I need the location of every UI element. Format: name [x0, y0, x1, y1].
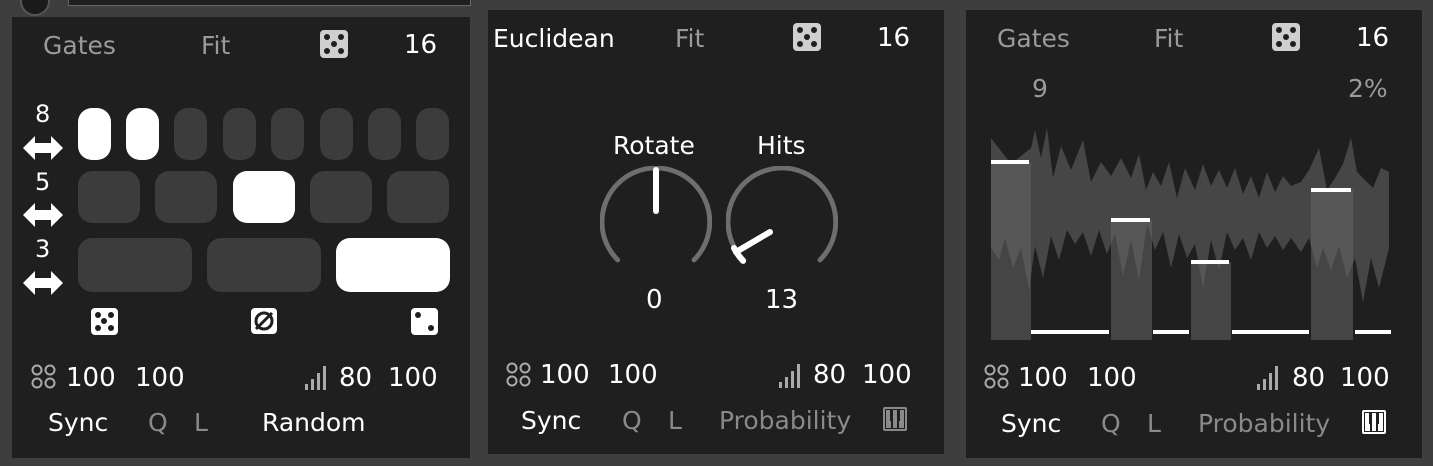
- gate-step[interactable]: [78, 238, 192, 292]
- level-value[interactable]: 100: [388, 365, 438, 391]
- mode-label[interactable]: Gates: [43, 33, 116, 58]
- rotate-label: Rotate: [613, 131, 695, 160]
- steps-value[interactable]: 16: [404, 32, 437, 58]
- hits-knob[interactable]: [726, 166, 838, 278]
- euclidean-panel: Euclidean Fit 16 Rotate Hits 0 13 100 10…: [488, 10, 944, 454]
- top-knob[interactable]: [20, 0, 50, 16]
- sync-button[interactable]: Sync: [521, 408, 581, 433]
- rotate-value[interactable]: 0: [646, 287, 663, 313]
- piano-icon[interactable]: [1362, 410, 1386, 434]
- gates-panel-probability: Gates Fit 16 9 2% 100 100 80 100 Sync Q …: [966, 10, 1422, 458]
- gate-step[interactable]: [310, 171, 372, 223]
- gate-step[interactable]: [233, 171, 295, 223]
- gate-step[interactable]: [174, 108, 207, 160]
- stretch-arrow-icon[interactable]: [23, 203, 63, 227]
- l-button[interactable]: L: [668, 408, 682, 433]
- step-bar[interactable]: [1191, 262, 1231, 340]
- dice-two-icon[interactable]: [411, 308, 438, 335]
- level-value[interactable]: 100: [1340, 365, 1390, 391]
- mode-label[interactable]: Euclidean: [493, 26, 615, 51]
- l-button[interactable]: L: [194, 410, 208, 435]
- dice-icon[interactable]: [793, 23, 821, 51]
- steps-value[interactable]: 16: [1356, 25, 1389, 51]
- velocity-dots-icon: [984, 364, 1009, 389]
- invert-icon[interactable]: [251, 308, 277, 334]
- velocity-dots-icon: [506, 362, 531, 387]
- left-value[interactable]: 9: [1032, 76, 1048, 101]
- fit-button[interactable]: Fit: [1154, 26, 1183, 51]
- velocity-value[interactable]: 100: [66, 365, 116, 391]
- hits-value[interactable]: 13: [765, 287, 798, 313]
- rotate-knob[interactable]: [600, 166, 712, 278]
- stretch-arrow-icon[interactable]: [23, 136, 63, 160]
- source-selector[interactable]: Probability: [1198, 411, 1330, 436]
- velocity-dots-icon: [31, 364, 56, 389]
- gate-length-value[interactable]: 100: [1087, 365, 1137, 391]
- stretch-arrow-icon[interactable]: [23, 271, 63, 295]
- probability-value[interactable]: 80: [339, 365, 372, 391]
- source-selector[interactable]: Random: [262, 410, 366, 435]
- probability-value[interactable]: 80: [813, 362, 846, 388]
- gate-step[interactable]: [126, 108, 159, 160]
- q-button[interactable]: Q: [148, 410, 168, 435]
- sync-button[interactable]: Sync: [48, 410, 108, 435]
- level-bars-icon: [779, 364, 800, 388]
- right-value[interactable]: 2%: [1348, 76, 1388, 101]
- gate-step[interactable]: [416, 108, 449, 160]
- row-count-8[interactable]: 8: [35, 102, 50, 126]
- q-button[interactable]: Q: [622, 408, 642, 433]
- gate-step[interactable]: [207, 238, 321, 292]
- gate-length-value[interactable]: 100: [608, 362, 658, 388]
- level-bars-icon: [1257, 366, 1278, 390]
- gate-step[interactable]: [223, 108, 256, 160]
- piano-icon[interactable]: [883, 407, 907, 431]
- gates-panel-random: Gates Fit 16 8 5 3 100 100 80 100 Sync Q…: [12, 17, 470, 458]
- gate-step[interactable]: [78, 171, 140, 223]
- gate-step[interactable]: [368, 108, 401, 160]
- gate-step[interactable]: [320, 108, 353, 160]
- level-value[interactable]: 100: [862, 362, 912, 388]
- fit-button[interactable]: Fit: [201, 33, 230, 58]
- gate-step[interactable]: [336, 238, 450, 292]
- l-button[interactable]: L: [1147, 411, 1161, 436]
- gate-step[interactable]: [78, 108, 111, 160]
- top-field[interactable]: [68, 0, 471, 6]
- probability-graph[interactable]: [991, 128, 1393, 340]
- hits-label: Hits: [757, 131, 806, 160]
- row-count-3[interactable]: 3: [35, 237, 50, 261]
- row-count-5[interactable]: 5: [35, 170, 50, 194]
- gate-step[interactable]: [155, 171, 217, 223]
- velocity-value[interactable]: 100: [540, 362, 590, 388]
- randomize-dice-icon[interactable]: [91, 308, 118, 335]
- velocity-value[interactable]: 100: [1018, 365, 1068, 391]
- dice-icon[interactable]: [1272, 23, 1300, 51]
- level-bars-icon: [305, 366, 326, 390]
- mode-label[interactable]: Gates: [997, 26, 1070, 51]
- q-button[interactable]: Q: [1101, 411, 1121, 436]
- probability-value[interactable]: 80: [1292, 365, 1325, 391]
- gate-length-value[interactable]: 100: [135, 365, 185, 391]
- source-selector[interactable]: Probability: [719, 408, 851, 433]
- dice-icon[interactable]: [320, 30, 348, 58]
- gate-step[interactable]: [271, 108, 304, 160]
- fit-button[interactable]: Fit: [675, 26, 704, 51]
- sync-button[interactable]: Sync: [1001, 411, 1061, 436]
- gate-step[interactable]: [387, 171, 449, 223]
- steps-value[interactable]: 16: [877, 25, 910, 51]
